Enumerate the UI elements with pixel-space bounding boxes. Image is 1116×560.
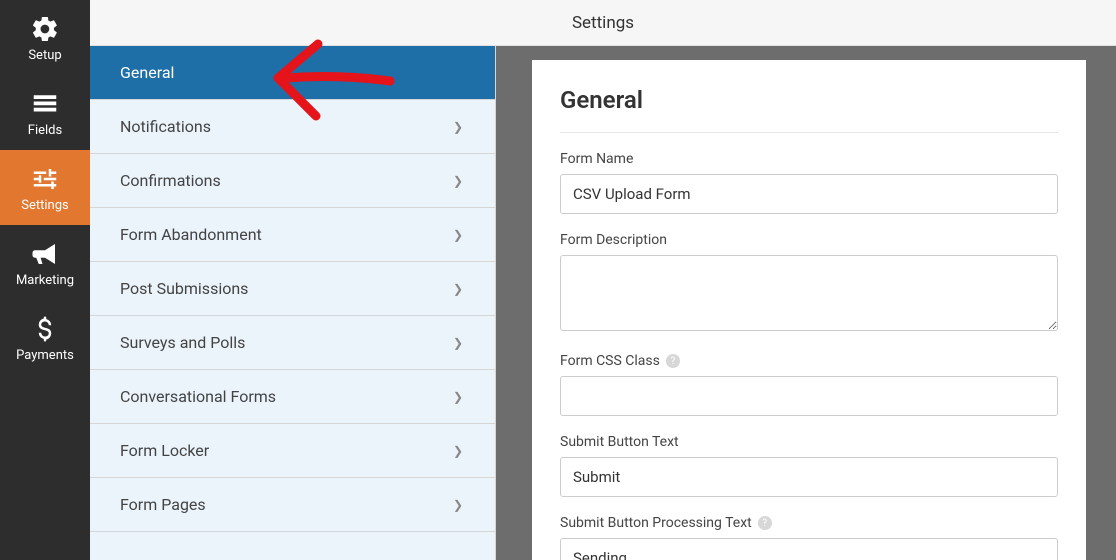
- sidebar-label-settings: Settings: [21, 198, 68, 213]
- settings-menu-form-abandonment[interactable]: Form Abandonment ❯: [90, 208, 495, 262]
- icon-sidebar: Setup Fields Settings Marketing Payments: [0, 0, 90, 560]
- help-icon[interactable]: ?: [758, 516, 772, 530]
- label-form-name: Form Name: [560, 151, 1058, 167]
- form-panel-wrap: General Form Name Form Description Form …: [496, 46, 1116, 560]
- input-form-name[interactable]: [560, 174, 1058, 214]
- chevron-right-icon: ❯: [453, 228, 463, 242]
- list-icon: [30, 89, 60, 119]
- content-area: General Notifications ❯ Confirmations ❯ …: [90, 0, 1116, 560]
- sidebar-label-fields: Fields: [28, 123, 62, 138]
- help-icon[interactable]: ?: [666, 354, 680, 368]
- page-title: Settings: [572, 13, 634, 33]
- settings-menu-label: Form Locker: [120, 441, 209, 460]
- settings-menu-confirmations[interactable]: Confirmations ❯: [90, 154, 495, 208]
- settings-menu-surveys-polls[interactable]: Surveys and Polls ❯: [90, 316, 495, 370]
- settings-menu-label: Conversational Forms: [120, 387, 276, 406]
- settings-menu-conversational-forms[interactable]: Conversational Forms ❯: [90, 370, 495, 424]
- settings-menu-label: Post Submissions: [120, 279, 248, 298]
- chevron-right-icon: ❯: [453, 174, 463, 188]
- sidebar-item-settings[interactable]: Settings: [0, 150, 90, 225]
- chevron-right-icon: ❯: [453, 282, 463, 296]
- bullhorn-icon: [30, 239, 60, 269]
- sidebar-item-payments[interactable]: Payments: [0, 300, 90, 375]
- sidebar-label-marketing: Marketing: [16, 273, 74, 288]
- field-form-description: Form Description: [560, 232, 1058, 335]
- field-submit-button-processing-text: Submit Button Processing Text ?: [560, 515, 1058, 560]
- field-submit-button-text: Submit Button Text: [560, 434, 1058, 497]
- settings-menu-form-pages[interactable]: Form Pages ❯: [90, 478, 495, 532]
- settings-menu-label: Notifications: [120, 117, 211, 136]
- settings-menu: General Notifications ❯ Confirmations ❯ …: [90, 46, 496, 560]
- settings-menu-general[interactable]: General: [90, 46, 495, 100]
- field-form-css-class: Form CSS Class ?: [560, 353, 1058, 416]
- label-submit-button-text: Submit Button Text: [560, 434, 1058, 450]
- sidebar-item-fields[interactable]: Fields: [0, 75, 90, 150]
- sidebar-item-setup[interactable]: Setup: [0, 0, 90, 75]
- chevron-right-icon: ❯: [453, 444, 463, 458]
- form-panel: General Form Name Form Description Form …: [532, 60, 1086, 560]
- sidebar-label-payments: Payments: [16, 348, 74, 363]
- input-form-css-class[interactable]: [560, 376, 1058, 416]
- input-form-description[interactable]: [560, 255, 1058, 331]
- dollar-icon: [30, 314, 60, 344]
- page-header: Settings: [90, 0, 1116, 46]
- chevron-right-icon: ❯: [453, 390, 463, 404]
- form-heading: General: [560, 86, 1058, 114]
- sliders-icon: [30, 164, 60, 194]
- input-submit-button-text[interactable]: [560, 457, 1058, 497]
- settings-menu-label: General: [120, 63, 174, 82]
- settings-menu-label: Form Abandonment: [120, 225, 262, 244]
- settings-menu-label: Surveys and Polls: [120, 333, 245, 352]
- sidebar-label-setup: Setup: [28, 48, 61, 63]
- sidebar-item-marketing[interactable]: Marketing: [0, 225, 90, 300]
- label-submit-button-processing-text: Submit Button Processing Text: [560, 515, 752, 531]
- settings-menu-label: Form Pages: [120, 495, 206, 514]
- settings-menu-label: Confirmations: [120, 171, 221, 190]
- input-submit-button-processing-text[interactable]: [560, 538, 1058, 560]
- chevron-right-icon: ❯: [453, 336, 463, 350]
- label-form-css-class: Form CSS Class: [560, 353, 660, 369]
- settings-menu-notifications[interactable]: Notifications ❯: [90, 100, 495, 154]
- field-form-name: Form Name: [560, 151, 1058, 214]
- gear-icon: [30, 14, 60, 44]
- chevron-right-icon: ❯: [453, 498, 463, 512]
- divider: [560, 132, 1058, 133]
- label-form-description: Form Description: [560, 232, 1058, 248]
- chevron-right-icon: ❯: [453, 120, 463, 134]
- settings-menu-post-submissions[interactable]: Post Submissions ❯: [90, 262, 495, 316]
- settings-menu-form-locker[interactable]: Form Locker ❯: [90, 424, 495, 478]
